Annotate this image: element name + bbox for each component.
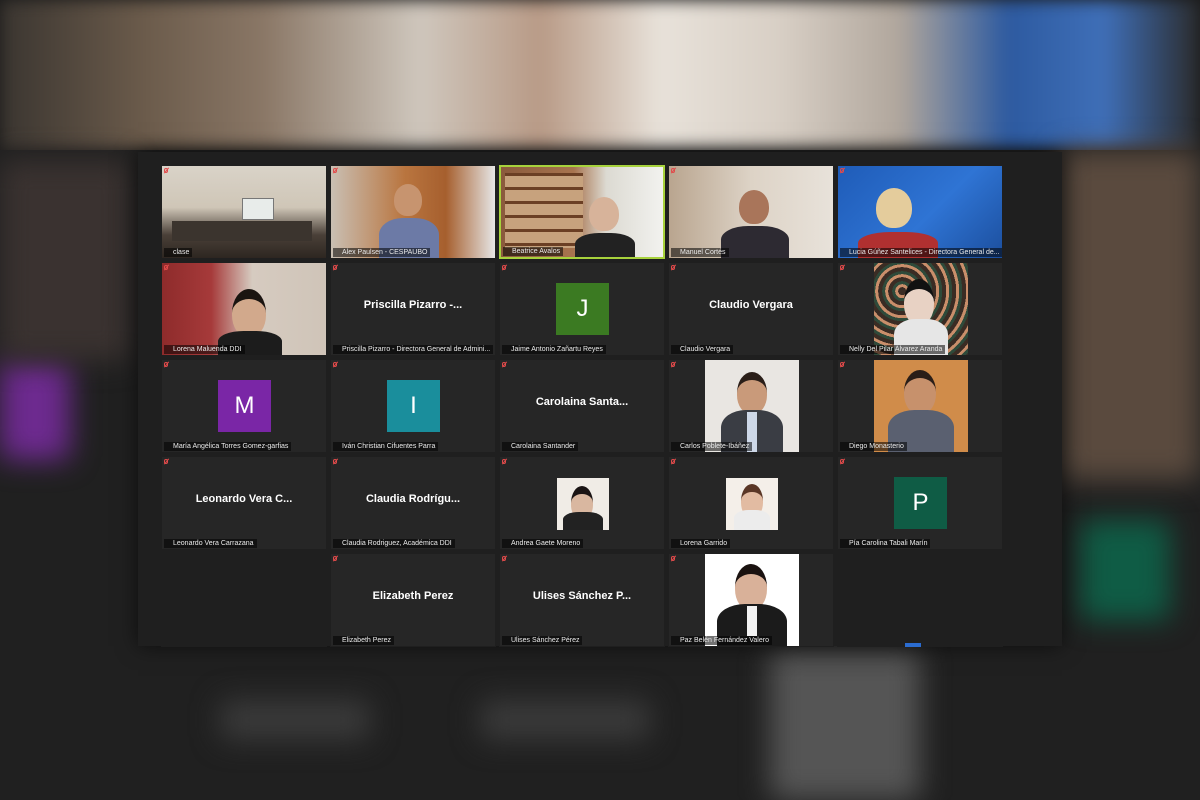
mic-muted-icon <box>333 265 337 270</box>
participant-tile[interactable]: I Iván Christian Cifuentes Parra <box>330 359 496 453</box>
mic-muted-icon <box>164 265 168 270</box>
participant-name: Beatrice Avalos <box>503 247 564 256</box>
participant-display-name: Priscilla Pizarro -... <box>363 299 463 311</box>
participant-tile[interactable]: Leonardo Vera C... Leonardo Vera Carraza… <box>161 456 327 550</box>
mic-muted-icon <box>164 362 168 367</box>
participant-tile[interactable]: Nelly Del Pilar Álvarez Aranda <box>837 262 1003 356</box>
participant-tile[interactable]: Alex Paulsen - CESPAUBO <box>330 165 496 259</box>
participant-display-name: Leonardo Vera C... <box>195 493 293 505</box>
mic-muted-icon <box>671 459 675 464</box>
mic-muted-icon <box>502 362 506 367</box>
participant-name: Lucia Gúñez Santelices - Directora Gener… <box>840 248 1002 257</box>
mic-muted-icon <box>840 168 844 173</box>
participant-name: Andrea Gaete Moreno <box>502 539 584 548</box>
mic-muted-icon <box>164 168 168 173</box>
mic-muted-icon <box>671 168 675 173</box>
mic-muted-icon <box>840 459 844 464</box>
mic-muted-icon <box>671 556 675 561</box>
participant-tile-active-speaker[interactable]: Beatrice Avalos <box>499 165 665 259</box>
participant-name: Elizabeth Perez <box>333 636 395 645</box>
scroll-indicator <box>905 643 921 647</box>
avatar <box>557 478 609 530</box>
participant-display-name: Ulises Sánchez P... <box>532 590 632 602</box>
mic-muted-icon <box>333 459 337 464</box>
participant-display-name: Claudio Vergara <box>709 299 793 311</box>
participant-tile[interactable]: Claudio Vergara Claudio Vergara <box>668 262 834 356</box>
participant-name: Ulises Sánchez Pérez <box>502 636 583 645</box>
participant-tile[interactable]: P Pía Carolina Tabali Marín <box>837 456 1003 550</box>
participant-tile[interactable]: Lucia Gúñez Santelices - Directora Gener… <box>837 165 1003 259</box>
avatar: J <box>556 283 609 335</box>
participant-name: Leonardo Vera Carrazana <box>164 539 257 548</box>
avatar: P <box>894 477 947 529</box>
participant-tile[interactable]: Claudia Rodrígu... Claudia Rodriguez, Ac… <box>330 456 496 550</box>
participant-name: clase <box>164 248 193 257</box>
mic-muted-icon <box>502 556 506 561</box>
mic-muted-icon <box>333 556 337 561</box>
participant-name: Lorena Maluenda DDI <box>164 345 245 354</box>
participant-tile[interactable]: clase <box>161 165 327 259</box>
empty-tile <box>837 553 1003 647</box>
zoom-gallery-view: clase Alex Paulsen - CESPAUBO Beatrice A… <box>138 152 1062 647</box>
participant-name: Carolaina Santander <box>502 442 579 451</box>
participant-tile[interactable]: M María Angélica Torres Gomez-garfias <box>161 359 327 453</box>
participant-name: Carlos Poblete-Ibáñez <box>671 442 753 451</box>
mic-muted-icon <box>671 362 675 367</box>
participant-tile[interactable]: Diego Monasterio <box>837 359 1003 453</box>
participant-display-name: Carolaina Santa... <box>535 396 629 408</box>
participant-tile[interactable]: J Jaime Antonio Zañartu Reyes <box>499 262 665 356</box>
mic-muted-icon <box>333 168 337 173</box>
mic-muted-icon <box>840 265 844 270</box>
mic-muted-icon <box>502 459 506 464</box>
participant-tile[interactable]: Carlos Poblete-Ibáñez <box>668 359 834 453</box>
participant-display-name: Claudia Rodrígu... <box>365 493 461 505</box>
participant-name: Alex Paulsen - CESPAUBO <box>333 248 431 257</box>
participant-grid: clase Alex Paulsen - CESPAUBO Beatrice A… <box>161 165 1003 647</box>
participant-tile[interactable]: Ulises Sánchez P... Ulises Sánchez Pérez <box>499 553 665 647</box>
mic-muted-icon <box>671 265 675 270</box>
participant-name: María Angélica Torres Gomez-garfias <box>164 442 292 451</box>
participant-tile[interactable]: Priscilla Pizarro -... Priscilla Pizarro… <box>330 262 496 356</box>
participant-name: Pía Carolina Tabali Marín <box>840 539 931 548</box>
avatar: M <box>218 380 271 432</box>
participant-name: Claudio Vergara <box>671 345 734 354</box>
avatar <box>726 478 778 530</box>
participant-tile[interactable]: Carolaina Santa... Carolaina Santander <box>499 359 665 453</box>
participant-name: Claudia Rodriguez, Académica DDI <box>333 539 455 548</box>
participant-name: Jaime Antonio Zañartu Reyes <box>502 345 606 354</box>
mic-muted-icon <box>502 265 506 270</box>
participant-name: Manuel Cortés <box>671 248 729 257</box>
empty-tile <box>161 553 327 647</box>
participant-display-name: Elizabeth Perez <box>372 590 454 602</box>
participant-tile[interactable]: Manuel Cortés <box>668 165 834 259</box>
participant-tile[interactable]: Lorena Maluenda DDI <box>161 262 327 356</box>
participant-tile[interactable]: Paz Belén Fernández Valero <box>668 553 834 647</box>
participant-tile[interactable]: Elizabeth Perez Elizabeth Perez <box>330 553 496 647</box>
participant-tile[interactable]: Lorena Garrido <box>668 456 834 550</box>
participant-tile[interactable]: Andrea Gaete Moreno <box>499 456 665 550</box>
mic-muted-icon <box>164 459 168 464</box>
participant-name: Diego Monasterio <box>840 442 907 451</box>
participant-name: Paz Belén Fernández Valero <box>671 636 772 645</box>
mic-muted-icon <box>840 362 844 367</box>
avatar: I <box>387 380 440 432</box>
participant-name: Nelly Del Pilar Álvarez Aranda <box>840 345 946 354</box>
participant-name: Iván Christian Cifuentes Parra <box>333 442 439 451</box>
participant-name: Priscilla Pizarro - Directora General de… <box>333 345 494 354</box>
mic-muted-icon <box>333 362 337 367</box>
participant-name: Lorena Garrido <box>671 539 731 548</box>
